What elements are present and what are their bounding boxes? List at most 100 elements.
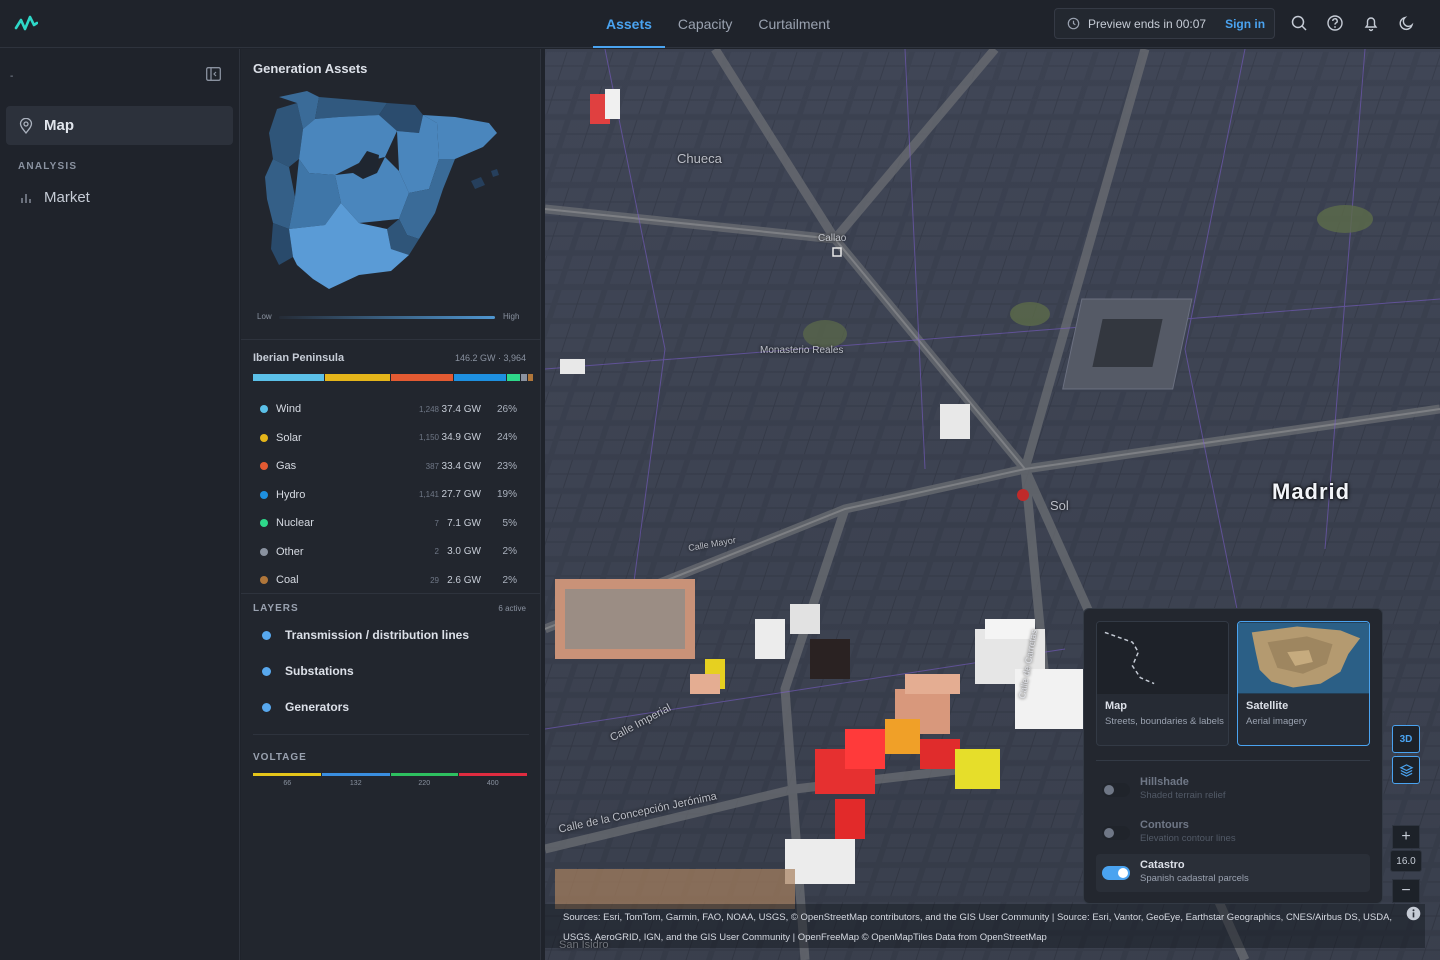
- map-place-label: Sol: [1050, 498, 1069, 513]
- voltage-segment-400: [459, 773, 527, 776]
- fuel-share: 2%: [502, 574, 517, 586]
- app-logo-icon[interactable]: [14, 14, 38, 34]
- overlay-title: Contours: [1140, 819, 1189, 831]
- basemap-layers-button[interactable]: [1392, 756, 1420, 784]
- zoom-in-button[interactable]: +: [1392, 825, 1420, 849]
- fuel-count: 1,248: [418, 404, 439, 414]
- solar-dot: [260, 433, 268, 442]
- sidebar-marker: -: [10, 71, 14, 82]
- sidebar-item-market-label: Market: [44, 189, 90, 206]
- fuel-name: Nuclear: [276, 517, 314, 530]
- layer-transmission-lines[interactable]: Transmission / distribution lines: [262, 628, 469, 642]
- fuel-capacity: 2.6 GW: [447, 574, 481, 586]
- basemap-option-map[interactable]: Map Streets, boundaries & labels: [1096, 621, 1229, 746]
- layer-label: Substations: [285, 664, 354, 678]
- layers-icon: [1399, 763, 1413, 777]
- voltage-title: VOLTAGE: [253, 752, 307, 763]
- fuel-count: 387: [425, 461, 439, 471]
- search-icon[interactable]: [1290, 14, 1308, 32]
- fuel-row-nuclear[interactable]: Nuclear 7 7.1 GW 5%: [253, 509, 525, 538]
- fuel-capacity: 33.4 GW: [441, 460, 481, 472]
- fuel-capacity: 27.7 GW: [441, 489, 481, 501]
- map-place-label: Monasterio Reales: [760, 345, 844, 356]
- hillshade-toggle[interactable]: [1102, 783, 1130, 797]
- tab-assets[interactable]: Assets: [593, 0, 665, 48]
- region-portugal-north[interactable]: [269, 103, 303, 167]
- fuel-row-solar[interactable]: Solar 1,150 34.9 GW 24%: [253, 424, 525, 453]
- region-balearics-2[interactable]: [491, 169, 499, 177]
- overlay-title: Catastro: [1140, 859, 1185, 871]
- fuel-name: Solar: [276, 431, 302, 444]
- moon-icon[interactable]: [1398, 14, 1416, 32]
- tab-capacity[interactable]: Capacity: [665, 0, 745, 48]
- wind-dot: [260, 405, 268, 414]
- toggle-knob: [1104, 785, 1114, 795]
- overlay-contours[interactable]: Contours Elevation contour lines: [1096, 814, 1370, 852]
- catastro-toggle[interactable]: [1102, 866, 1130, 880]
- layer-generators[interactable]: Generators: [262, 700, 349, 714]
- bell-icon[interactable]: [1362, 14, 1380, 32]
- top-bar: Assets Capacity Curtailment Preview ends…: [0, 0, 1440, 48]
- fuel-share: 2%: [502, 546, 517, 558]
- map-pin-icon: [19, 117, 33, 134]
- overlay-hillshade[interactable]: Hillshade Shaded terrain relief: [1096, 771, 1370, 809]
- contours-toggle[interactable]: [1102, 826, 1130, 840]
- city-label: Madrid: [1272, 479, 1351, 504]
- sidebar-item-map[interactable]: Map: [6, 106, 233, 145]
- fuel-name: Other: [276, 545, 304, 558]
- layer-substations[interactable]: Substations: [262, 664, 354, 678]
- layers-active-count: 6 active: [498, 604, 526, 613]
- zoom-out-button[interactable]: −: [1392, 879, 1420, 903]
- info-icon[interactable]: [1406, 906, 1421, 921]
- sidebar-item-map-label: Map: [44, 117, 74, 134]
- legend-gradient-bar: [279, 316, 495, 319]
- fuel-row-coal[interactable]: Coal 29 2.6 GW 2%: [253, 566, 525, 595]
- basemap-option-satellite[interactable]: Satellite Aerial imagery: [1237, 621, 1370, 746]
- fuel-capacity: 3.0 GW: [447, 546, 481, 558]
- toggle-knob: [1118, 868, 1128, 878]
- map-place-label: Callao: [818, 233, 847, 244]
- map-thumbnail: [1097, 622, 1228, 694]
- voltage-segment-66: [253, 773, 321, 776]
- main-nav: Assets Capacity Curtailment: [593, 0, 843, 48]
- clock-icon: [1067, 17, 1080, 30]
- voltage-scale-bar: [253, 773, 527, 776]
- mix-segment-nuclear: [506, 374, 521, 381]
- fuel-row-gas[interactable]: Gas 387 33.4 GW 23%: [253, 452, 525, 481]
- fuel-name: Hydro: [276, 488, 306, 501]
- basemap-map-desc: Streets, boundaries & labels: [1105, 716, 1224, 727]
- layer-dot: [262, 702, 271, 712]
- sidebar-item-market[interactable]: Market: [20, 189, 90, 206]
- mix-segment-other: [521, 374, 527, 381]
- overlay-title: Hillshade: [1140, 776, 1189, 788]
- other-dot: [260, 547, 268, 556]
- region-title: Iberian Peninsula: [253, 352, 345, 364]
- fuel-row-wind[interactable]: Wind 1,248 37.4 GW 26%: [253, 395, 525, 424]
- map-attribution: Sources: Esri, TomTom, Garmin, FAO, NOAA…: [545, 904, 1425, 948]
- fuel-row-other[interactable]: Other 2 3.0 GW 2%: [253, 538, 525, 567]
- sign-in-button[interactable]: Sign in: [1225, 17, 1265, 31]
- iberia-choropleth-map: [265, 91, 499, 289]
- legend-low-label: Low: [257, 312, 272, 321]
- map-viewport[interactable]: Chueca Callao Sol Monasterio Reales Call…: [545, 49, 1440, 960]
- fuel-name: Wind: [276, 403, 302, 416]
- region-balearics[interactable]: [471, 177, 485, 189]
- sidebar: - Map ANALYSIS Market: [0, 49, 240, 960]
- toggle-3d-button[interactable]: 3D: [1392, 725, 1420, 753]
- basemap-panel: Map Streets, boundaries & labels Satelli…: [1083, 608, 1383, 904]
- layers-title: LAYERS: [253, 603, 299, 614]
- map-place-label: Chueca: [677, 151, 722, 166]
- top-icons: [1290, 14, 1416, 32]
- fuel-share: 23%: [496, 460, 517, 472]
- fuel-list: Wind 1,248 37.4 GW 26% Solar 1,150 34.9 …: [253, 395, 525, 595]
- fuel-row-hydro[interactable]: Hydro 1,141 27.7 GW 19%: [253, 481, 525, 510]
- fuel-capacity: 34.9 GW: [441, 432, 481, 444]
- nuclear-dot: [260, 519, 268, 528]
- overlay-catastro[interactable]: Catastro Spanish cadastral parcels: [1096, 854, 1370, 892]
- divider: [1096, 760, 1370, 761]
- help-icon[interactable]: [1326, 14, 1344, 32]
- collapse-sidebar-icon[interactable]: [206, 67, 221, 81]
- tab-curtailment[interactable]: Curtailment: [745, 0, 843, 48]
- region-portugal-centre[interactable]: [265, 159, 295, 229]
- preview-timer: Preview ends in 00:07: [1088, 16, 1207, 31]
